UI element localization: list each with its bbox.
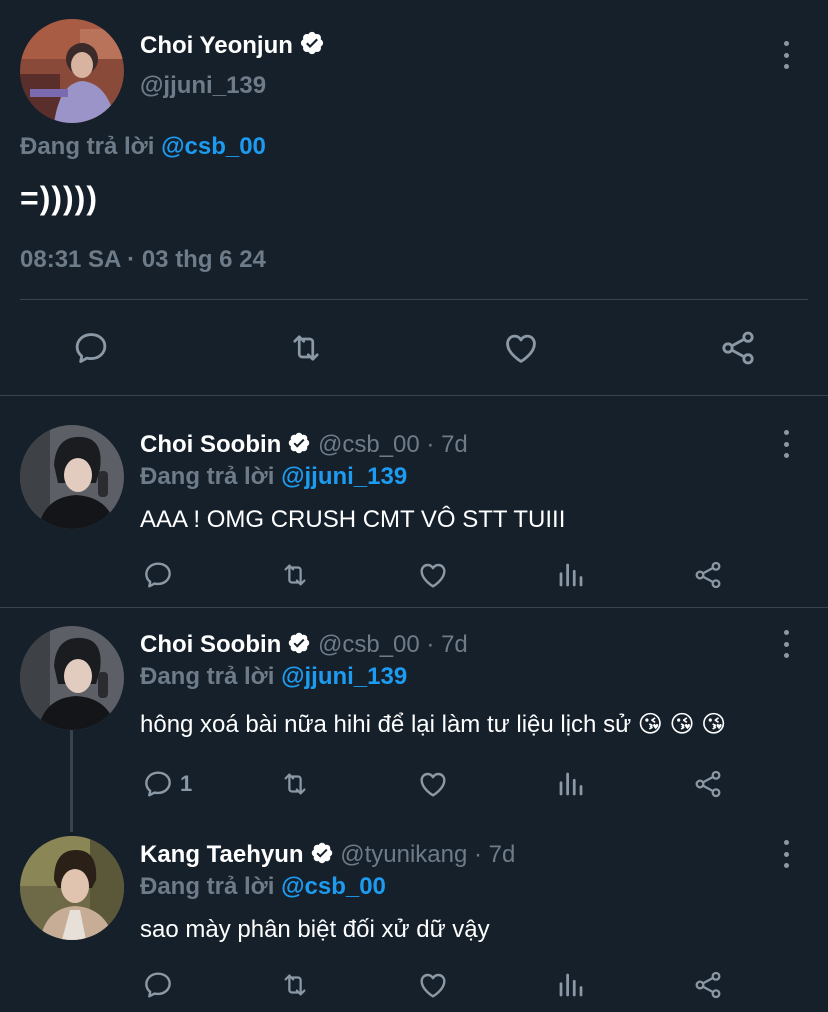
retweet-icon xyxy=(284,564,306,586)
reply-icon xyxy=(145,972,171,998)
verified-badge-icon xyxy=(310,841,334,865)
divider xyxy=(20,299,808,300)
reply-icon xyxy=(145,771,171,797)
author-name[interactable]: Choi Soobin xyxy=(140,631,281,658)
more-options-icon[interactable] xyxy=(781,840,791,868)
like-button[interactable] xyxy=(502,329,540,367)
tweet-text: AAA ! OMG CRUSH CMT VÔ STT TUIII xyxy=(140,506,566,533)
author-handle-time[interactable]: @csb_00 · 7d xyxy=(318,631,468,658)
reply-header: Kang Taehyun @tyunikang · 7d xyxy=(140,841,515,869)
reply-icon xyxy=(145,562,171,588)
like-button[interactable] xyxy=(417,768,449,800)
analytics-icon xyxy=(559,772,583,796)
replying-to-line: Đang trả lời @jjuni_139 xyxy=(140,463,407,491)
share-button[interactable] xyxy=(692,969,724,1001)
more-options-icon[interactable] xyxy=(781,41,791,69)
replying-to-line: Đang trả lời @jjuni_139 xyxy=(140,663,407,691)
author-name[interactable]: Choi Yeonjun xyxy=(140,30,325,60)
reply-button[interactable] xyxy=(72,329,110,367)
avatar-choi-soobin[interactable] xyxy=(20,626,124,730)
author-handle-time[interactable]: @csb_00 · 7d xyxy=(318,431,468,458)
author-handle-time[interactable]: @tyunikang · 7d xyxy=(340,841,515,868)
retweet-icon xyxy=(284,974,306,996)
tweet-timestamp[interactable]: 08:31 SA · 03 thg 6 24 xyxy=(20,246,266,274)
replying-to-label: Đang trả lời xyxy=(140,873,275,900)
reply-icon xyxy=(75,333,107,363)
avatar-choi-soobin[interactable] xyxy=(20,425,124,529)
reply-button[interactable] xyxy=(142,559,174,591)
share-button[interactable] xyxy=(692,559,724,591)
heart-icon xyxy=(420,563,446,588)
retweet-button[interactable] xyxy=(278,560,312,590)
replying-to-link[interactable]: @csb_00 xyxy=(281,873,386,900)
reply-header: Choi Soobin @csb_00 · 7d xyxy=(140,631,468,659)
like-button[interactable] xyxy=(417,559,449,591)
retweet-button[interactable] xyxy=(278,970,312,1000)
retweet-button[interactable] xyxy=(278,769,312,799)
heart-icon xyxy=(506,334,536,363)
share-icon xyxy=(722,331,754,365)
share-button[interactable] xyxy=(718,328,758,368)
author-name[interactable]: Choi Soobin xyxy=(140,431,281,458)
retweet-icon xyxy=(284,773,306,795)
retweet-icon xyxy=(293,335,319,361)
replying-to-line: Đang trả lời @csb_00 xyxy=(20,133,266,161)
analytics-icon xyxy=(559,973,583,997)
replying-to-link[interactable]: @jjuni_139 xyxy=(281,463,407,490)
heart-icon xyxy=(420,772,446,797)
share-button[interactable] xyxy=(692,768,724,800)
share-icon xyxy=(695,561,721,589)
author-name[interactable]: Kang Taehyun xyxy=(140,841,304,868)
share-icon xyxy=(695,770,721,798)
verified-badge-icon xyxy=(287,431,311,455)
divider xyxy=(0,395,828,396)
replying-to-link[interactable]: @csb_00 xyxy=(161,133,266,160)
divider xyxy=(0,607,828,608)
avatar-choi-yeonjun[interactable] xyxy=(20,19,124,123)
replying-to-line: Đang trả lời @csb_00 xyxy=(140,873,386,901)
share-icon xyxy=(695,971,721,999)
verified-badge-icon xyxy=(287,631,311,655)
tweet-text: hông xoá bài nữa hihi để lại làm tư liệu… xyxy=(140,711,727,738)
replying-to-link[interactable]: @jjuni_139 xyxy=(281,663,407,690)
retweet-button[interactable] xyxy=(286,330,326,366)
author-handle[interactable]: @jjuni_139 xyxy=(140,72,266,100)
tweet-text: =))))) xyxy=(20,180,98,216)
like-button[interactable] xyxy=(417,969,449,1001)
analytics-button[interactable] xyxy=(556,769,586,799)
avatar-kang-taehyun[interactable] xyxy=(20,836,124,940)
heart-icon xyxy=(420,973,446,998)
reply-button[interactable]: 1 xyxy=(142,768,192,800)
analytics-icon xyxy=(559,563,583,587)
reply-count: 1 xyxy=(180,771,193,796)
more-options-icon[interactable] xyxy=(781,430,791,458)
verified-badge-icon xyxy=(299,30,325,56)
thread-connector xyxy=(70,730,73,832)
tweet-text: sao mày phân biệt đối xử dữ vậy xyxy=(140,916,490,943)
reply-button[interactable] xyxy=(142,969,174,1001)
replying-to-label: Đang trả lời xyxy=(20,133,155,160)
analytics-button[interactable] xyxy=(556,560,586,590)
reply-header: Choi Soobin @csb_00 · 7d xyxy=(140,431,468,459)
analytics-button[interactable] xyxy=(556,970,586,1000)
replying-to-label: Đang trả lời xyxy=(140,463,275,490)
author-name-text: Choi Yeonjun xyxy=(140,32,293,59)
replying-to-label: Đang trả lời xyxy=(140,663,275,690)
more-options-icon[interactable] xyxy=(781,630,791,658)
